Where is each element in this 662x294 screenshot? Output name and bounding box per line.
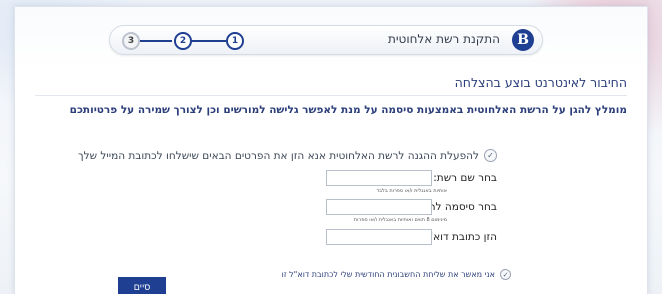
instruction-text: להפעלת ההגנה לרשת האלחוטית אנא הזן את הפ… — [78, 149, 479, 162]
consent-checkbox-icon[interactable]: ✓ — [500, 269, 511, 280]
consent-label: אני מאשר את שליחת החשבונית החודשית שלי ל… — [281, 270, 495, 279]
finish-button[interactable]: סיים — [118, 277, 166, 294]
step-2-indicator: 2 — [174, 32, 192, 50]
email-input[interactable] — [326, 229, 432, 245]
email-label: הזן כתובת דוא"ל — [422, 231, 497, 243]
checkmark-icon: ✓ — [484, 149, 497, 162]
page-title: התקנת רשת אלחוטית — [387, 32, 500, 46]
consent-row[interactable]: ✓ אני מאשר את שליחת החשבונית החודשית שלי… — [282, 269, 511, 280]
network-name-input[interactable] — [326, 170, 432, 186]
progress-stepper: 3 2 1 — [120, 30, 244, 52]
wizard-header: B התקנת רשת אלחוטית 3 2 1 — [15, 7, 647, 69]
instruction-row: ✓ להפעלת ההגנה לרשת האלחוטית אנא הזן את … — [78, 149, 497, 162]
step-connector — [190, 40, 226, 42]
wizard-panel: B התקנת רשת אלחוטית 3 2 1 החיבור לאינטרנ… — [14, 6, 648, 294]
network-name-label: בחר שם רשת: — [433, 172, 497, 184]
step-1-indicator: 1 — [226, 32, 244, 50]
divider — [35, 95, 627, 96]
step-3-indicator: 3 — [122, 32, 140, 50]
step-connector — [138, 40, 172, 42]
password-input[interactable] — [326, 199, 432, 215]
header-bar: B התקנת רשת אלחוטית 3 2 1 — [109, 25, 543, 55]
recommendation-text: מומלץ להגן על הרשת האלחוטית באמצעות סיסמ… — [69, 104, 627, 116]
network-name-hint: אותיות באנגלית ו/או ספרות בלבד — [376, 188, 447, 194]
success-heading: החיבור לאינטרנט בוצע בהצלחה — [454, 75, 627, 90]
brand-logo: B — [512, 29, 534, 51]
password-hint: מינימום 8 תווים ואותיות באנגלית ו/או ספר… — [353, 217, 447, 223]
